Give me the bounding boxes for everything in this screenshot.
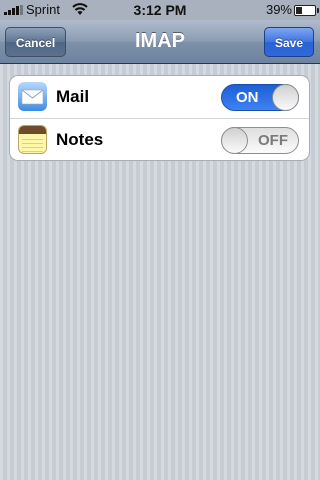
toggle-knob (272, 84, 299, 111)
settings-row-mail: Mail ON (10, 76, 309, 119)
notes-toggle-label: OFF (258, 132, 288, 149)
notes-toggle[interactable]: OFF (221, 127, 299, 154)
mail-toggle[interactable]: ON (221, 84, 299, 111)
mail-toggle-label: ON (236, 89, 259, 106)
notes-icon (18, 125, 47, 154)
battery-fill (296, 7, 302, 14)
battery-percent: 39% (265, 2, 292, 17)
mail-icon (18, 82, 47, 111)
status-bar: Sprint 3:12 PM 39% (0, 0, 320, 20)
settings-group: Mail ON Notes OFF (9, 75, 310, 161)
toggle-knob (221, 127, 248, 154)
notes-label: Notes (56, 130, 104, 149)
battery-icon (294, 5, 319, 16)
navigation-bar: Cancel IMAP Save (0, 20, 320, 64)
settings-row-notes: Notes OFF (10, 119, 309, 160)
mail-label: Mail (56, 87, 90, 106)
save-button[interactable]: Save (264, 27, 314, 57)
